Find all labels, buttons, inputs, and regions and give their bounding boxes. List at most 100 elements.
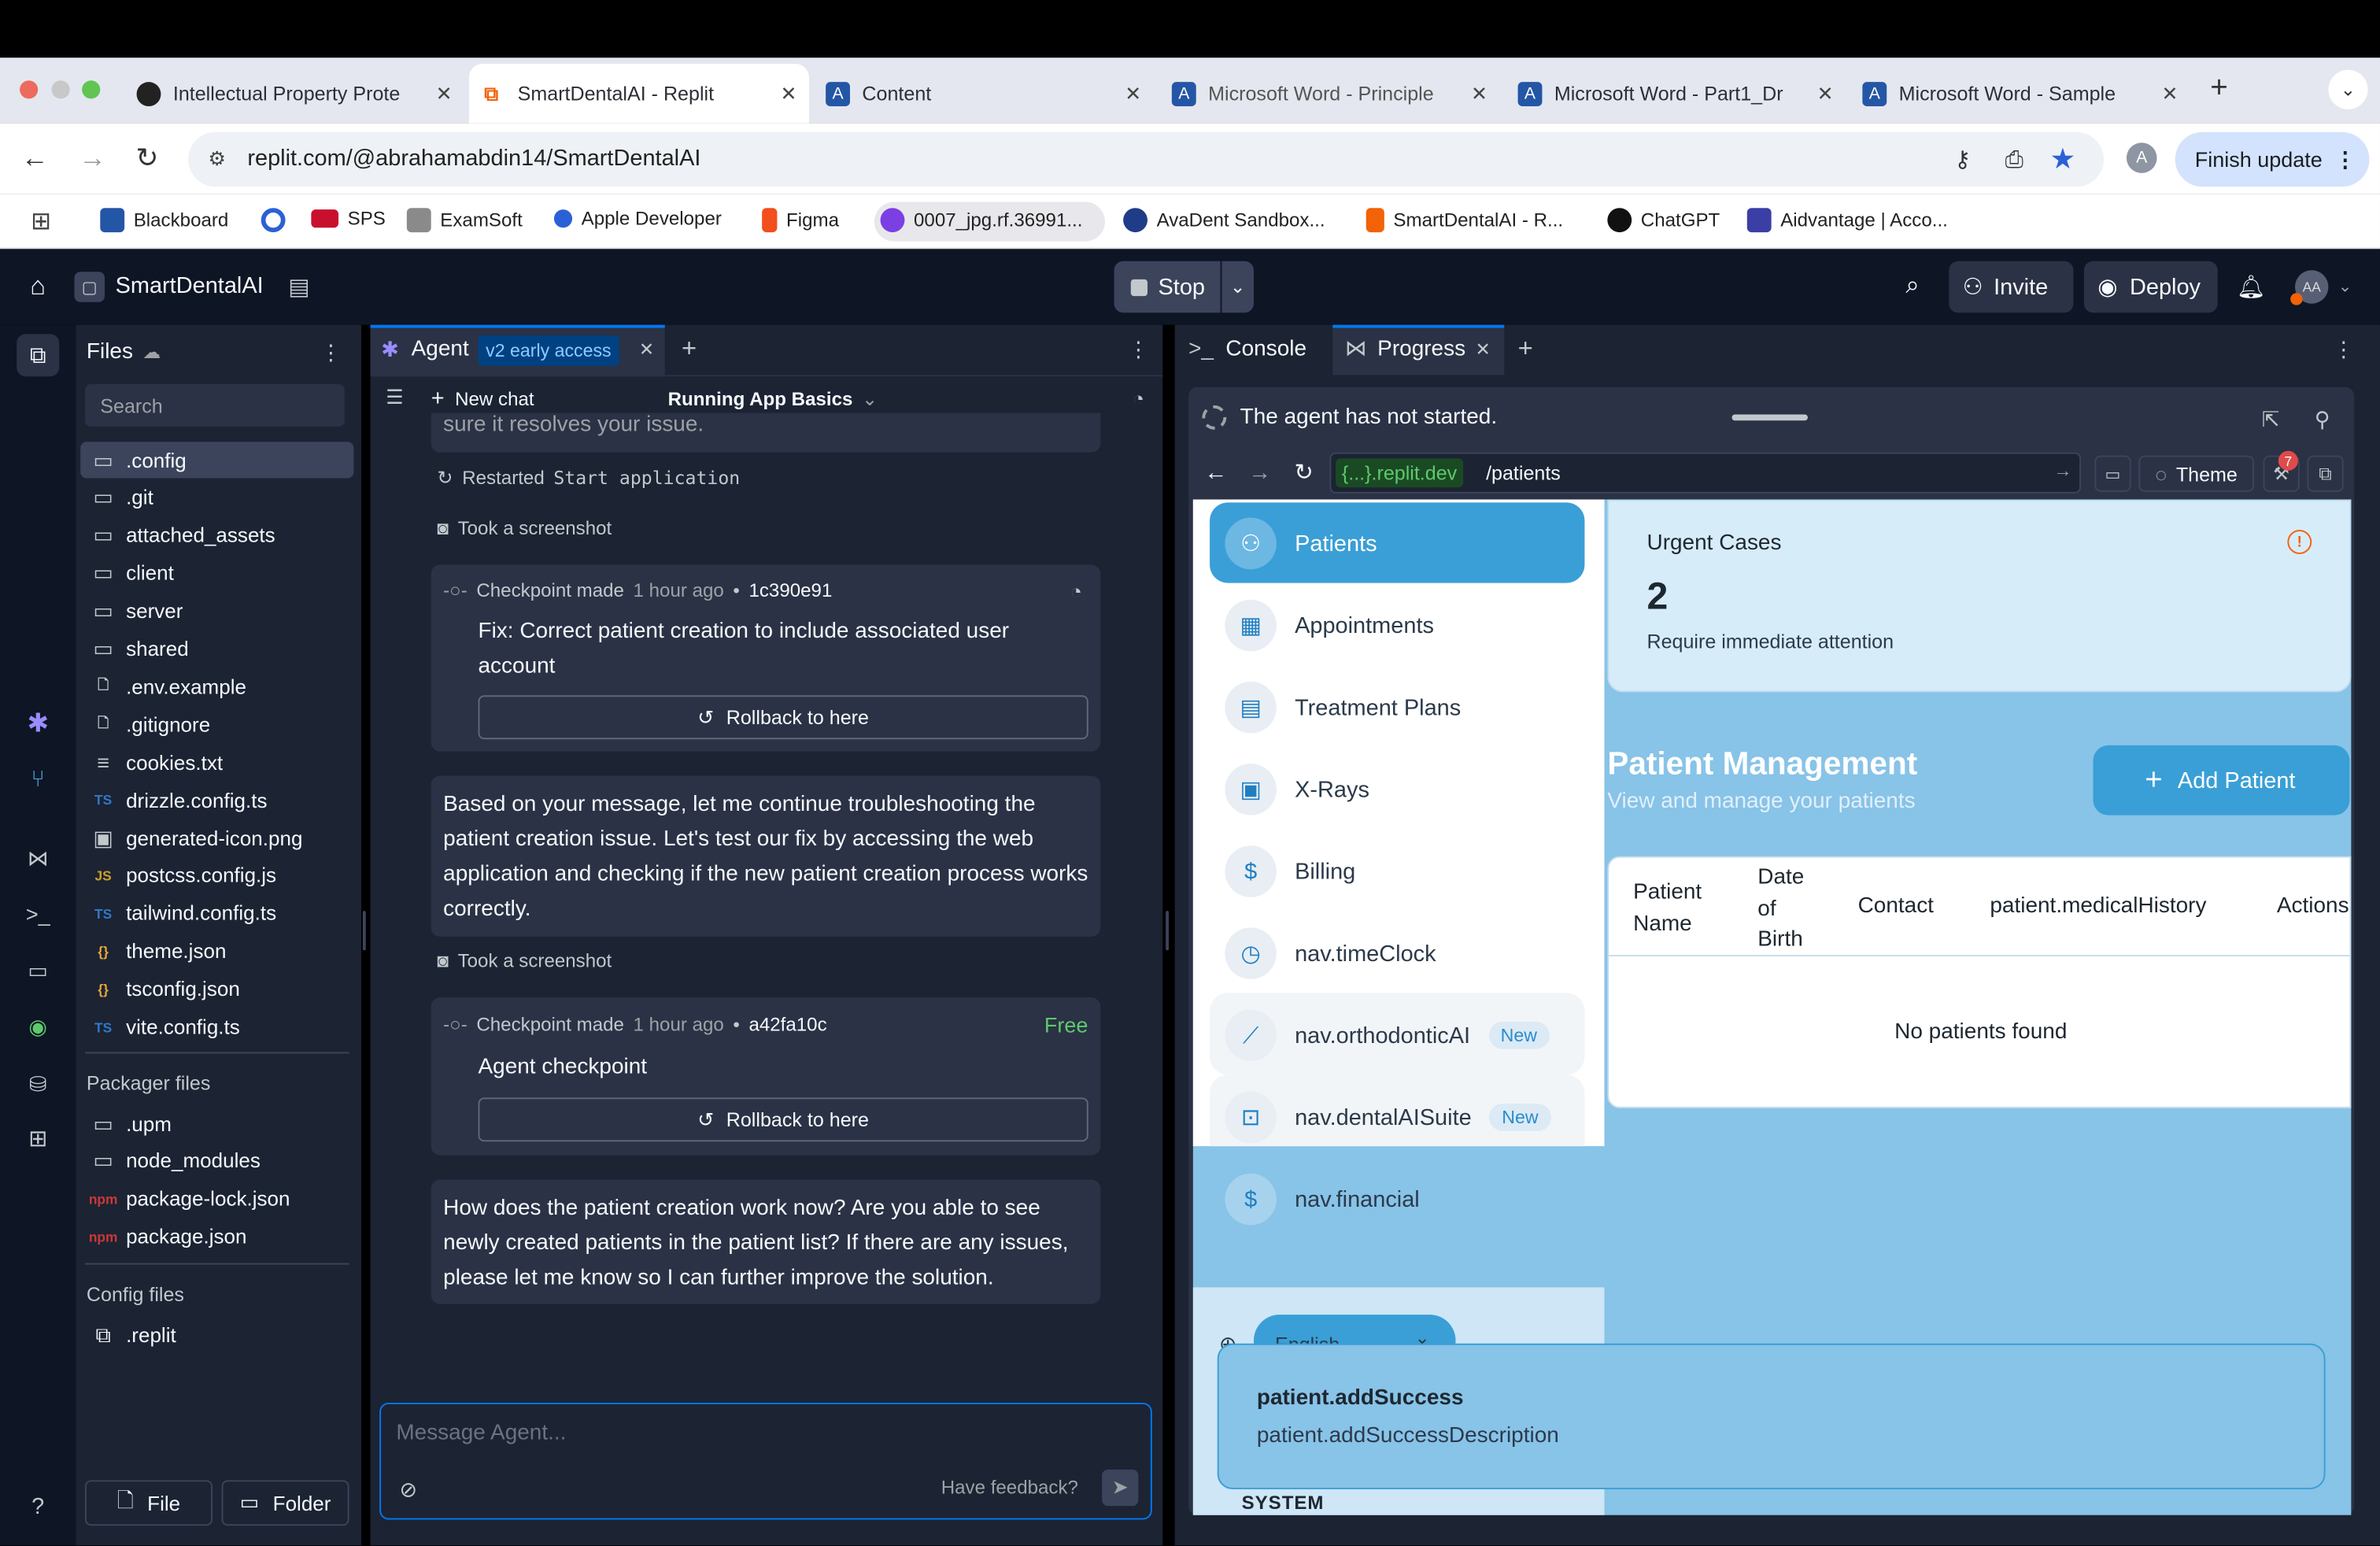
back-icon[interactable]: ←	[18, 141, 51, 174]
all-tools-icon[interactable]: ⊞	[21, 1122, 54, 1155]
apps-grid-icon[interactable]: ⊞	[28, 208, 55, 235]
browser-tab[interactable]: A Microsoft Word - Sample ✕	[1853, 64, 2190, 123]
file-tree-item[interactable]: npm package.json	[85, 1219, 352, 1255]
progress-tool-icon[interactable]: ⋈	[21, 841, 54, 874]
column-header[interactable]: Contact	[1858, 894, 1934, 919]
search-icon[interactable]: ⌕	[1898, 272, 1928, 302]
database-tool-icon[interactable]: ⛁	[21, 1067, 54, 1100]
new-file-button[interactable]: 🗋︎ File	[84, 1480, 213, 1526]
browser-tab[interactable]: A Content ✕	[817, 64, 1154, 123]
message-agent-input[interactable]: Message Agent... ⊘ Have feedback? ➤	[379, 1402, 1152, 1520]
reload-icon[interactable]: ↻	[1290, 458, 1318, 486]
go-icon[interactable]: →	[2053, 460, 2071, 481]
column-header[interactable]: Patient Name	[1633, 878, 1739, 941]
more-options-icon[interactable]: ⋮	[1126, 336, 1151, 361]
gauge-icon[interactable]: ◔	[1125, 386, 1152, 410]
browser-tab[interactable]: Intellectual Property Prote ✕	[128, 64, 464, 123]
bookmark-item[interactable]: Blackboard	[100, 208, 228, 233]
file-tree-item[interactable]: TS drizzle.config.ts	[85, 782, 352, 818]
file-tree-item[interactable]: ▭ node_modules	[85, 1143, 352, 1179]
bookmark-item[interactable]	[261, 208, 286, 233]
add-patient-button[interactable]: + Add Patient	[2093, 745, 2350, 816]
open-new-tab-icon[interactable]: ⧉	[2307, 455, 2344, 492]
invite-button[interactable]: ⚇ Invite	[1949, 261, 2074, 313]
file-tree-item[interactable]: {} tsconfig.json	[85, 971, 352, 1008]
file-search-input[interactable]: Search	[84, 383, 345, 427]
gauge-icon[interactable]: ◔	[1062, 579, 1090, 603]
webview-url-bar[interactable]: {...}.replit.dev /patients →	[1329, 452, 2082, 494]
bell-icon[interactable]: 🔔︎	[2236, 272, 2267, 302]
file-tree-item[interactable]: TS vite.config.ts	[85, 1009, 352, 1045]
address-bar[interactable]: ⚙ replit.com/@abrahamabdin14/SmartDental…	[188, 131, 2104, 187]
rollback-button[interactable]: ↺ Rollback to here	[478, 1097, 1088, 1142]
rollback-button[interactable]: ↺ Rollback to here	[478, 695, 1088, 740]
sidebar-item[interactable]: ▤ Treatment Plans	[1210, 667, 1584, 749]
back-icon[interactable]: ←	[1202, 458, 1229, 486]
webview-tool-icon[interactable]: ▭	[21, 953, 54, 986]
bookmark-item[interactable]: Figma	[762, 208, 839, 233]
reload-icon[interactable]: ↻	[131, 141, 164, 174]
site-settings-icon[interactable]: ⚙	[203, 146, 231, 173]
file-tree-item[interactable]: ≡ cookies.txt	[85, 744, 352, 780]
theme-button[interactable]: ◌ Theme	[2138, 455, 2254, 492]
resize-handle[interactable]	[362, 911, 366, 951]
git-tool-icon[interactable]: ⑂	[21, 762, 54, 795]
add-tab-icon[interactable]: +	[677, 334, 701, 363]
files-tool-icon[interactable]: ⧉	[17, 334, 60, 377]
bookmark-item[interactable]: AvaDent Sandbox...	[1123, 208, 1325, 233]
bookmark-item[interactable]: ExamSoft	[406, 208, 523, 233]
bookmark-star-icon[interactable]: ★	[2046, 142, 2079, 176]
deploy-button[interactable]: ◉ Deploy	[2083, 261, 2218, 313]
forward-icon[interactable]: →	[76, 141, 109, 174]
file-tree-item[interactable]: npm package-lock.json	[85, 1181, 352, 1217]
close-window-button[interactable]	[20, 80, 39, 99]
file-tree-item[interactable]: ▭ server	[85, 593, 352, 629]
home-icon[interactable]: ⌂	[21, 272, 54, 302]
file-tree-item[interactable]: JS postcss.config.js	[85, 857, 352, 893]
maximize-window-button[interactable]	[82, 80, 101, 99]
file-tree-item[interactable]: 🗋︎ .gitignore	[85, 706, 352, 742]
browser-tab[interactable]: A Microsoft Word - Principle ✕	[1162, 64, 1499, 123]
file-tree-item[interactable]: {} theme.json	[85, 933, 352, 969]
sidebar-item[interactable]: ▦ Appointments	[1210, 584, 1584, 666]
minimize-window-button[interactable]	[51, 80, 70, 99]
agent-tool-icon[interactable]: ✱	[21, 708, 54, 741]
new-chat-button[interactable]: + New chat	[431, 386, 534, 412]
paperclip-icon[interactable]: ⊘	[394, 1476, 422, 1503]
profile-avatar[interactable]: A	[2126, 142, 2157, 173]
sidebar-item[interactable]: ⊡ nav.dentalAISuite New	[1210, 1076, 1584, 1158]
commit-hash[interactable]: 1c390e91	[748, 580, 832, 601]
chevron-down-icon[interactable]: ⌄	[2328, 69, 2368, 109]
thread-selector[interactable]: Running App Basics ⌄	[668, 387, 878, 410]
file-tree-item[interactable]: ▭ .config	[85, 442, 352, 478]
console-tab[interactable]: >_ Console	[1188, 337, 1306, 361]
close-icon[interactable]: ✕	[1471, 81, 1488, 105]
toast-notification[interactable]: patient.addSuccess patient.addSuccessDes…	[1217, 1343, 2326, 1489]
drag-handle[interactable]	[1731, 414, 1808, 421]
sidebar-item[interactable]: ⚇ Patients	[1210, 502, 1584, 584]
file-tree-item[interactable]: 🗋︎ .env.example	[85, 668, 352, 705]
bookmark-item[interactable]: 0007_jpg.rf.36991...	[880, 208, 1082, 233]
add-tab-icon[interactable]: +	[1513, 334, 1538, 363]
chevron-down-icon[interactable]: ⌄	[2336, 275, 2354, 296]
close-icon[interactable]: ✕	[436, 81, 453, 105]
file-tree-item[interactable]: ▣ generated-icon.png	[85, 819, 352, 856]
console-tool-icon[interactable]: >_	[21, 897, 54, 930]
more-options-icon[interactable]: ⋮	[319, 339, 343, 364]
close-icon[interactable]: ✕	[1817, 81, 1834, 105]
stop-button[interactable]: Stop	[1114, 261, 1221, 313]
file-tree-item[interactable]: ⧉ .replit	[85, 1316, 352, 1352]
close-icon[interactable]: ✕	[1473, 338, 1494, 360]
column-header[interactable]: patient.medicalHistory	[1990, 894, 2206, 919]
file-tree-item[interactable]: ▭ shared	[85, 631, 352, 667]
bookmark-item[interactable]: ChatGPT	[1607, 208, 1720, 233]
forward-icon[interactable]: →	[1246, 458, 1273, 486]
feedback-link[interactable]: Have feedback?	[941, 1477, 1078, 1498]
deployments-tool-icon[interactable]: ◉	[21, 1009, 54, 1042]
close-icon[interactable]: ✕	[1125, 81, 1141, 105]
bookmark-item[interactable]: Apple Developer	[553, 208, 722, 229]
close-icon[interactable]: ✕	[2161, 81, 2178, 105]
url-text[interactable]: replit.com/@abrahamabdin14/SmartDentalAI	[247, 146, 700, 172]
file-tree-item[interactable]: ▭ client	[85, 555, 352, 591]
project-name[interactable]: SmartDentalAI	[116, 273, 264, 299]
